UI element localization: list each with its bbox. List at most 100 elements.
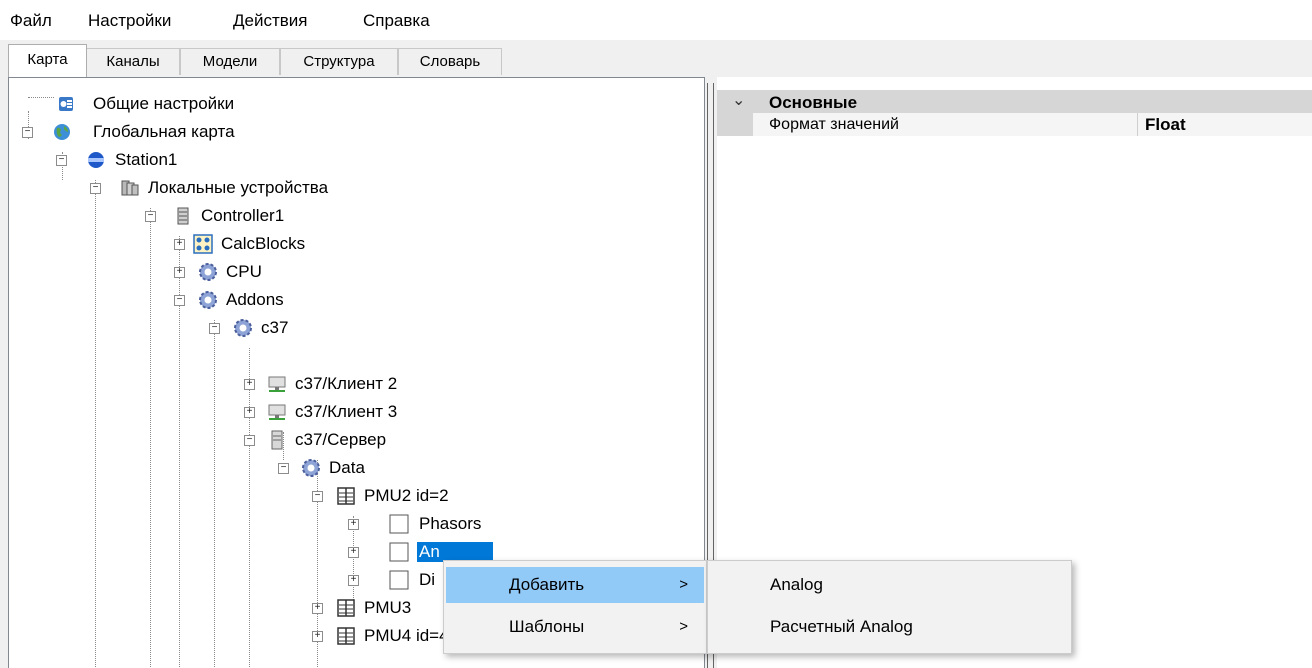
gear-icon — [199, 263, 217, 281]
network-client-icon — [268, 404, 286, 420]
tree-item-calcblocks[interactable]: + CalcBlocks — [9, 230, 699, 258]
chevron-down-icon[interactable]: ⌄ — [732, 90, 745, 110]
gear-icon — [302, 459, 320, 477]
collapse-icon[interactable]: − — [90, 183, 101, 194]
calcblocks-icon — [193, 234, 213, 254]
tree-item-label: Controller1 — [201, 206, 285, 225]
collapse-icon[interactable]: − — [312, 491, 323, 502]
tree-item-label: Глобальная карта — [93, 122, 235, 141]
pmu-icon — [337, 599, 355, 617]
collapse-icon[interactable]: − — [244, 435, 255, 446]
expand-icon[interactable]: + — [174, 267, 185, 278]
property-name: Формат значений — [769, 116, 899, 133]
folder-box-icon — [389, 514, 409, 534]
property-category[interactable]: ⌄ Основные Формат значений Float — [717, 90, 1312, 136]
tree-item-label: CPU — [226, 262, 262, 281]
menu-file[interactable]: Файл — [10, 11, 52, 31]
folder-box-icon — [389, 570, 409, 590]
tree-item-cpu[interactable]: + CPU — [9, 258, 699, 286]
tree-item-c37-client2[interactable]: + c37/Клиент 2 — [9, 370, 699, 398]
tab-models[interactable]: Модели — [180, 48, 280, 75]
tab-bar: Карта Каналы Модели Структура Словарь — [0, 40, 1312, 77]
folder-box-icon — [389, 542, 409, 562]
context-menu: Добавить > Шаблоны > — [443, 560, 707, 654]
controller-icon — [177, 207, 189, 225]
tree-item-label: Локальные устройства — [148, 178, 329, 197]
menu-item-label: Шаблоны — [509, 617, 585, 636]
network-client-icon — [268, 376, 286, 392]
tree-item-label: c37/Сервер — [295, 430, 387, 449]
server-icon — [271, 430, 283, 450]
tree-item-label: c37 — [261, 318, 289, 337]
tree-item-label: CalcBlocks — [221, 234, 306, 253]
submenu: Analog Расчетный Analog — [707, 560, 1072, 654]
expand-icon[interactable]: + — [244, 407, 255, 418]
collapse-icon[interactable]: − — [174, 295, 185, 306]
menu-item-calc-analog[interactable]: Расчетный Analog — [710, 609, 1069, 645]
expand-icon[interactable]: + — [244, 379, 255, 390]
tree-item-addons[interactable]: − Addons — [9, 286, 699, 314]
tree-item-phasors[interactable]: + Phasors — [9, 510, 699, 538]
tree-item-label: Station1 — [115, 150, 178, 169]
property-category-title: Основные — [769, 93, 858, 112]
collapse-icon[interactable]: − — [145, 211, 156, 222]
settings-doc-icon — [59, 97, 73, 111]
tree-item-station1[interactable]: − Station1 — [9, 146, 699, 174]
tab-map[interactable]: Карта — [8, 44, 87, 77]
tree-item-label: Phasors — [419, 514, 482, 533]
tree-item-data[interactable]: − Data — [9, 454, 699, 482]
tree-item-label: c37/Клиент 2 — [295, 374, 398, 393]
menu-item-templates[interactable]: Шаблоны > — [446, 609, 704, 645]
devices-icon — [121, 180, 139, 196]
property-value[interactable]: Float — [1145, 115, 1186, 135]
menu-item-label: Analog — [770, 575, 823, 594]
tree-item-label: PMU3 — [364, 598, 412, 617]
tree-item-label: Общие настройки — [93, 94, 235, 113]
expand-icon[interactable]: + — [312, 631, 323, 642]
tree-item-c37-client3[interactable]: + c37/Клиент 3 — [9, 398, 699, 426]
menu-help[interactable]: Справка — [363, 11, 430, 31]
pmu-icon — [337, 627, 355, 645]
menu-item-analog[interactable]: Analog — [710, 567, 1069, 603]
tab-dictionary[interactable]: Словарь — [398, 48, 502, 75]
expand-icon[interactable]: + — [348, 519, 359, 530]
expand-icon[interactable]: + — [348, 575, 359, 586]
tree-item-global-map[interactable]: − Глобальная карта — [9, 118, 699, 146]
menu-actions[interactable]: Действия — [233, 11, 307, 31]
pmu-icon — [337, 487, 355, 505]
gear-icon — [234, 319, 252, 337]
station-icon — [88, 152, 104, 168]
globe-icon — [54, 124, 70, 140]
tree-item-label: PMU4 id=4 — [364, 626, 449, 645]
tree-item-local-devices[interactable]: − Локальные устройства — [9, 174, 699, 202]
gear-icon — [199, 291, 217, 309]
collapse-icon[interactable]: − — [56, 155, 67, 166]
menu-item-label: Добавить — [509, 575, 585, 594]
collapse-icon[interactable]: − — [278, 463, 289, 474]
menu-bar: Файл Настройки Действия Справка — [0, 0, 1312, 40]
menu-item-add[interactable]: Добавить > — [446, 567, 704, 603]
tree-item-label: Data — [329, 458, 365, 477]
tree-item-label: Di — [419, 570, 436, 589]
tree-item-controller1[interactable]: − Controller1 — [9, 202, 699, 230]
property-column-divider — [1137, 113, 1138, 136]
submenu-arrow-icon: > — [679, 618, 688, 635]
tree-item-label-selected: An — [417, 542, 493, 562]
collapse-icon[interactable]: − — [22, 127, 33, 138]
tree-item-general-settings[interactable]: Общие настройки — [9, 90, 699, 118]
tree-item-c37[interactable]: − c37 — [9, 314, 699, 342]
tree-item-label: PMU2 id=2 — [364, 486, 449, 505]
tree-item-pmu2[interactable]: − PMU2 id=2 — [9, 482, 699, 510]
submenu-arrow-icon: > — [679, 576, 688, 593]
menu-item-label: Расчетный Analog — [770, 617, 913, 636]
menu-settings[interactable]: Настройки — [88, 11, 171, 31]
collapse-icon[interactable]: − — [209, 323, 220, 334]
tab-channels[interactable]: Каналы — [86, 48, 180, 75]
expand-icon[interactable]: + — [312, 603, 323, 614]
tree-item-label: Addons — [226, 290, 284, 309]
tab-structure[interactable]: Структура — [280, 48, 398, 75]
tree-item-label: c37/Клиент 3 — [295, 402, 398, 421]
tree-item-c37-server[interactable]: − c37/Сервер — [9, 426, 699, 454]
expand-icon[interactable]: + — [174, 239, 185, 250]
expand-icon[interactable]: + — [348, 547, 359, 558]
